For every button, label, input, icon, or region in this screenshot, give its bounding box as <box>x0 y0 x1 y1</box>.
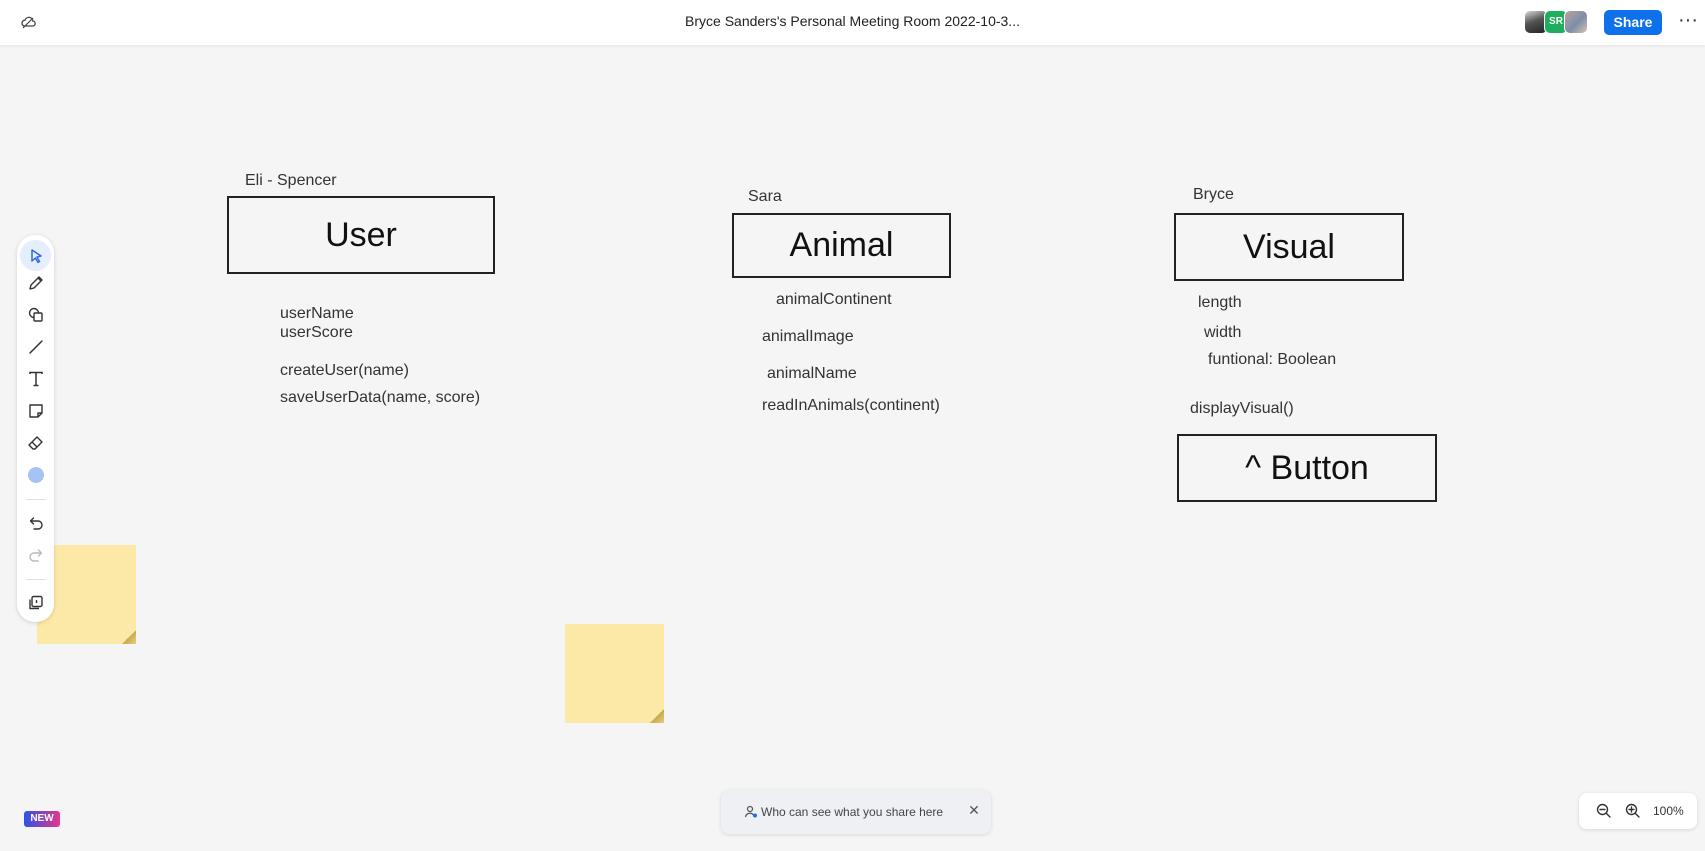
visual-method[interactable]: displayVisual() <box>1190 400 1294 418</box>
visual-field[interactable]: width <box>1204 324 1241 342</box>
new-badge[interactable]: NEW <box>24 811 60 827</box>
shapes-icon[interactable] <box>26 305 46 325</box>
whiteboard-canvas[interactable]: Eli - Spencer User userName userScore cr… <box>0 45 1705 851</box>
user-method[interactable]: saveUserData(name, score) <box>280 389 480 407</box>
redo-icon[interactable] <box>26 545 46 565</box>
avatar[interactable] <box>1564 10 1588 34</box>
divider <box>26 579 46 580</box>
zoom-out-icon[interactable] <box>1595 802 1613 820</box>
visual-class-box[interactable]: Visual <box>1174 213 1404 281</box>
zoom-level[interactable]: 100% <box>1653 804 1684 818</box>
selected-color-swatch <box>28 467 44 483</box>
user-method[interactable]: createUser(name) <box>280 362 409 380</box>
sharing-privacy-banner[interactable]: Who can see what you share here ✕ <box>721 790 991 834</box>
user-owner-label[interactable]: Eli - Spencer <box>245 172 337 190</box>
user-field[interactable]: userScore <box>280 324 353 342</box>
zoom-in-icon[interactable] <box>1624 802 1642 820</box>
top-bar: Bryce Sanders's Personal Meeting Room 20… <box>0 0 1705 45</box>
animal-field[interactable]: animalImage <box>762 328 854 346</box>
animal-class-box[interactable]: Animal <box>732 213 951 278</box>
divider <box>26 499 46 500</box>
animal-method[interactable]: readInAnimals(continent) <box>762 397 940 415</box>
more-options-icon[interactable]: ··· <box>1677 10 1699 34</box>
undo-icon[interactable] <box>26 513 46 533</box>
drawing-toolbar <box>17 235 54 622</box>
button-class-box[interactable]: ^ Button <box>1177 434 1437 502</box>
select-icon[interactable] <box>20 240 51 271</box>
user-class-box[interactable]: User <box>227 196 495 274</box>
sticky-note-icon[interactable] <box>26 401 46 421</box>
animal-owner-label[interactable]: Sara <box>748 188 782 206</box>
color-icon[interactable] <box>26 465 46 485</box>
user-field[interactable]: userName <box>280 305 354 323</box>
animal-field[interactable]: animalContinent <box>776 291 892 309</box>
visual-field[interactable]: funtional: Boolean <box>1208 351 1336 369</box>
line-icon[interactable] <box>26 337 46 357</box>
pages-icon[interactable] <box>26 593 46 613</box>
text-icon[interactable] <box>26 369 46 389</box>
share-button[interactable]: Share <box>1604 10 1662 35</box>
person-lock-icon <box>743 804 759 820</box>
animal-field[interactable]: animalName <box>767 365 857 383</box>
visual-owner-label[interactable]: Bryce <box>1193 186 1234 204</box>
eraser-icon[interactable] <box>26 433 46 453</box>
board-title[interactable]: Bryce Sanders's Personal Meeting Room 20… <box>0 13 1705 29</box>
close-icon[interactable]: ✕ <box>966 802 982 818</box>
zoom-controls: 100% <box>1579 793 1697 829</box>
privacy-text[interactable]: Who can see what you share here <box>761 805 943 819</box>
visual-field[interactable]: length <box>1198 294 1242 312</box>
pen-icon[interactable] <box>26 273 46 293</box>
sticky-note[interactable] <box>565 624 664 723</box>
